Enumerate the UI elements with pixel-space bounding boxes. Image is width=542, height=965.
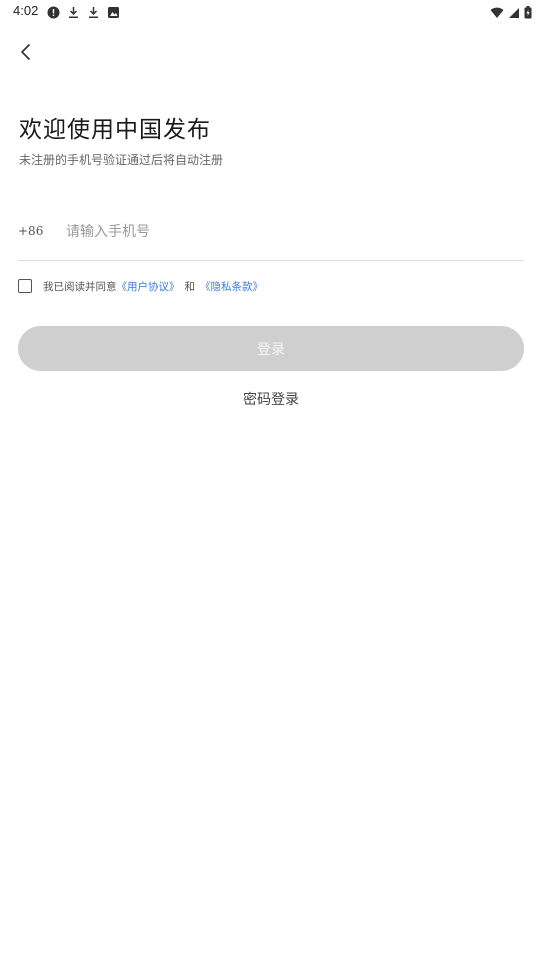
login-button[interactable]: 登录 xyxy=(18,326,524,371)
phone-input[interactable] xyxy=(66,219,506,245)
agreement-prefix: 我已阅读并同意 xyxy=(43,280,117,293)
download-icon xyxy=(67,4,80,18)
agreement-and: 和 xyxy=(184,280,196,293)
password-login-link[interactable]: 密码登录 xyxy=(0,389,542,409)
country-code[interactable]: +86 xyxy=(18,224,43,238)
status-bar: 4:02 xyxy=(0,0,542,24)
page-title: 欢迎使用中国发布 xyxy=(19,117,211,143)
page-subtitle: 未注册的手机号验证通过后将自动注册 xyxy=(19,153,224,167)
download-icon xyxy=(87,4,100,18)
image-icon xyxy=(107,4,120,18)
agreement-row: 我已阅读并同意 《用户协议》 和 《隐私条款》 xyxy=(18,277,263,295)
back-button[interactable] xyxy=(14,40,38,64)
status-time: 4:02 xyxy=(13,3,39,18)
alert-icon xyxy=(47,4,60,19)
user-agreement-link[interactable]: 《用户协议》 xyxy=(117,279,180,294)
agreement-checkbox[interactable] xyxy=(18,279,32,293)
privacy-policy-link[interactable]: 《隐私条款》 xyxy=(200,279,263,294)
phone-input-row: +86 xyxy=(18,214,524,261)
signal-icon xyxy=(508,4,520,23)
wifi-icon xyxy=(490,4,504,23)
battery-icon xyxy=(524,4,532,23)
notification-icons xyxy=(47,4,120,19)
system-icons xyxy=(490,4,532,23)
chevron-left-icon xyxy=(21,44,30,60)
